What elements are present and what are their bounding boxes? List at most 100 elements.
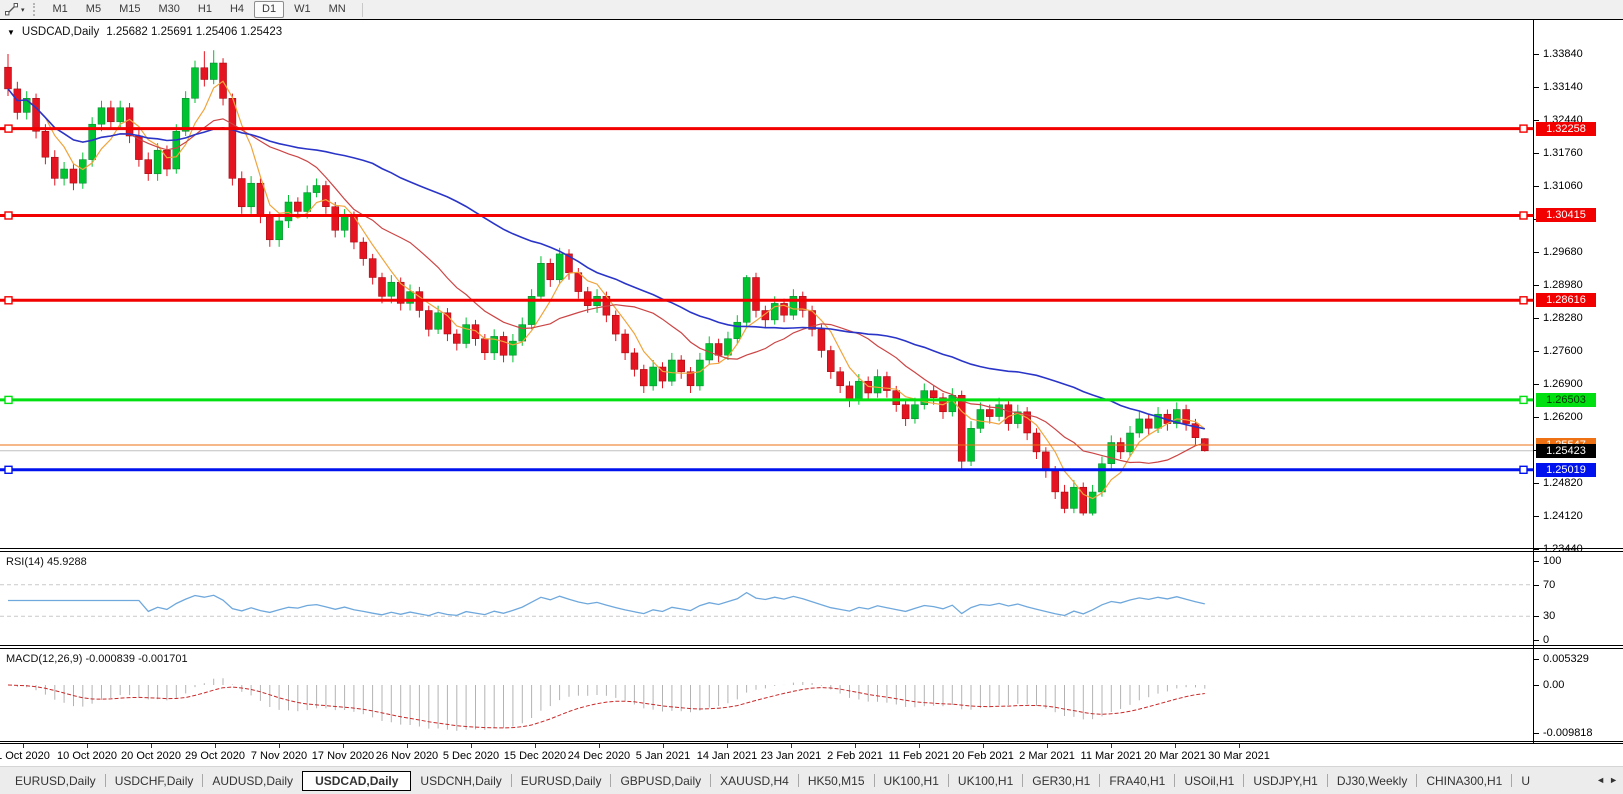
rsi-tick-label: 100 [1543, 555, 1561, 567]
price-tick-label: 1.26200 [1543, 411, 1583, 423]
macd-tick [1534, 659, 1539, 660]
tab-hk50-m15[interactable]: HK50,M15 [799, 771, 874, 791]
macd-chart-surface[interactable] [0, 649, 1533, 741]
macd-tick-label: 0.00 [1543, 679, 1564, 691]
tab-uk100-h1[interactable]: UK100,H1 [949, 771, 1022, 791]
toolbar-separator [362, 3, 363, 17]
macd-axis[interactable]: 0.0053290.00-0.009818 [1534, 649, 1623, 741]
tab-ger30-h1[interactable]: GER30,H1 [1023, 771, 1099, 791]
date-tick [343, 744, 344, 748]
tab-usdjpy-h1[interactable]: USDJPY,H1 [1244, 771, 1326, 791]
price-tick [1534, 120, 1539, 121]
ohlc-quote-label: 1.25682 1.25691 1.25406 1.25423 [106, 26, 282, 38]
price-tick [1534, 483, 1539, 484]
date-tick [1175, 744, 1176, 748]
date-tick [983, 744, 984, 748]
date-tick [87, 744, 88, 748]
tab-fra40-h1[interactable]: FRA40,H1 [1100, 771, 1174, 791]
tab-gbpusd-daily[interactable]: GBPUSD,Daily [611, 771, 710, 791]
price-chart-surface[interactable] [0, 20, 1533, 548]
date-tick [151, 744, 152, 748]
tab-audusd-daily[interactable]: AUDUSD,Daily [203, 771, 302, 791]
timeframe-button-m15[interactable]: M15 [111, 1, 148, 18]
timeframe-button-m5[interactable]: M5 [78, 1, 109, 18]
tab-dj30-weekly[interactable]: DJ30,Weekly [1328, 771, 1416, 791]
timeframe-button-h1[interactable]: H1 [190, 1, 220, 18]
timeframe-button-m30[interactable]: M30 [150, 1, 187, 18]
tab-uk100-h1[interactable]: UK100,H1 [875, 771, 948, 791]
price-level-label: 1.32258 [1536, 122, 1596, 136]
date-label: 29 Oct 2020 [183, 750, 247, 762]
tab-usoil-h1[interactable]: USOil,H1 [1175, 771, 1243, 791]
price-tick [1534, 549, 1539, 550]
price-tick [1534, 384, 1539, 385]
chart-tab-list: EURUSD,DailyUSDCHF,DailyAUDUSD,DailyUSDC… [6, 771, 1539, 791]
rsi-tick-label: 70 [1543, 579, 1555, 591]
tab-u[interactable]: U [1512, 771, 1539, 791]
toolbar: ▾ M1M5M15M30H1H4D1W1MN [0, 0, 1623, 19]
date-label: 2 Mar 2021 [1015, 750, 1079, 762]
date-tick [727, 744, 728, 748]
tab-china300-h1[interactable]: CHINA300,H1 [1417, 771, 1511, 791]
date-tick [471, 744, 472, 748]
tabs-scroll-right-icon[interactable]: ► [1609, 773, 1618, 787]
price-tick-label: 1.33140 [1543, 81, 1583, 93]
date-label: 17 Nov 2020 [311, 750, 375, 762]
timeframe-button-m1[interactable]: M1 [45, 1, 76, 18]
price-level-label: 1.30415 [1536, 208, 1596, 222]
macd-tick-label: 0.005329 [1543, 653, 1589, 665]
rsi-tick [1534, 585, 1539, 586]
date-label: 5 Jan 2021 [631, 750, 695, 762]
date-tick [1047, 744, 1048, 748]
date-label: 14 Jan 2021 [695, 750, 759, 762]
date-label: 20 Mar 2021 [1143, 750, 1207, 762]
timeframe-button-d1[interactable]: D1 [254, 1, 284, 18]
rsi-chart-surface[interactable] [0, 552, 1533, 645]
macd-tick [1534, 733, 1539, 734]
date-label: 5 Dec 2020 [439, 750, 503, 762]
date-label: 30 Mar 2021 [1207, 750, 1271, 762]
tool-group: ▾ [0, 3, 28, 16]
price-tick-label: 1.28980 [1543, 279, 1583, 291]
price-tick-label: 1.26900 [1543, 378, 1583, 390]
date-tick [1239, 744, 1240, 748]
rsi-tick [1534, 640, 1539, 641]
tab-usdchf-daily[interactable]: USDCHF,Daily [106, 771, 203, 791]
price-tick [1534, 351, 1539, 352]
price-tick-label: 1.31060 [1543, 180, 1583, 192]
date-axis[interactable]: 1 Oct 202010 Oct 202020 Oct 202029 Oct 2… [0, 744, 1533, 766]
tab-xauusd-h4[interactable]: XAUUSD,H4 [711, 771, 798, 791]
tool-dropdown-caret-icon[interactable]: ▾ [21, 6, 25, 14]
price-tick [1534, 186, 1539, 187]
tab-eurusd-daily[interactable]: EURUSD,Daily [512, 771, 611, 791]
date-label: 23 Jan 2021 [759, 750, 823, 762]
toolbar-grip[interactable] [33, 3, 37, 16]
timeframe-toolbar: M1M5M15M30H1H4D1W1MN [44, 1, 355, 18]
current-price-label: 1.25423 [1536, 444, 1596, 458]
tab-usdcnh-daily[interactable]: USDCNH,Daily [411, 771, 510, 791]
price-axis[interactable]: 1.338401.331401.324401.317601.310601.303… [1534, 20, 1623, 549]
price-tick-label: 1.27600 [1543, 345, 1583, 357]
price-tick [1534, 153, 1539, 154]
macd-indicator-label: MACD(12,26,9) -0.000839 -0.001701 [6, 653, 188, 665]
timeframe-button-h4[interactable]: H4 [222, 1, 252, 18]
price-tick [1534, 252, 1539, 253]
date-label: 1 Oct 2020 [0, 750, 55, 762]
price-level-label: 1.25019 [1536, 463, 1596, 477]
price-tick [1534, 318, 1539, 319]
date-tick [23, 744, 24, 748]
price-tick-label: 1.28280 [1543, 312, 1583, 324]
timeframe-button-mn[interactable]: MN [321, 1, 354, 18]
timeframe-button-w1[interactable]: W1 [286, 1, 319, 18]
date-label: 26 Nov 2020 [375, 750, 439, 762]
collapse-caret-icon[interactable]: ▼ [7, 28, 15, 37]
date-label: 15 Dec 2020 [503, 750, 567, 762]
price-tick [1534, 516, 1539, 517]
rsi-axis[interactable]: 10070300 [1534, 552, 1623, 645]
date-label: 20 Feb 2021 [951, 750, 1015, 762]
tabs-scroll-left-icon[interactable]: ◄ [1596, 773, 1605, 787]
tab-eurusd-daily[interactable]: EURUSD,Daily [6, 771, 105, 791]
cursor-tool-icon[interactable] [5, 3, 18, 16]
date-tick [279, 744, 280, 748]
tab-usdcad-daily[interactable]: USDCAD,Daily [302, 771, 411, 791]
